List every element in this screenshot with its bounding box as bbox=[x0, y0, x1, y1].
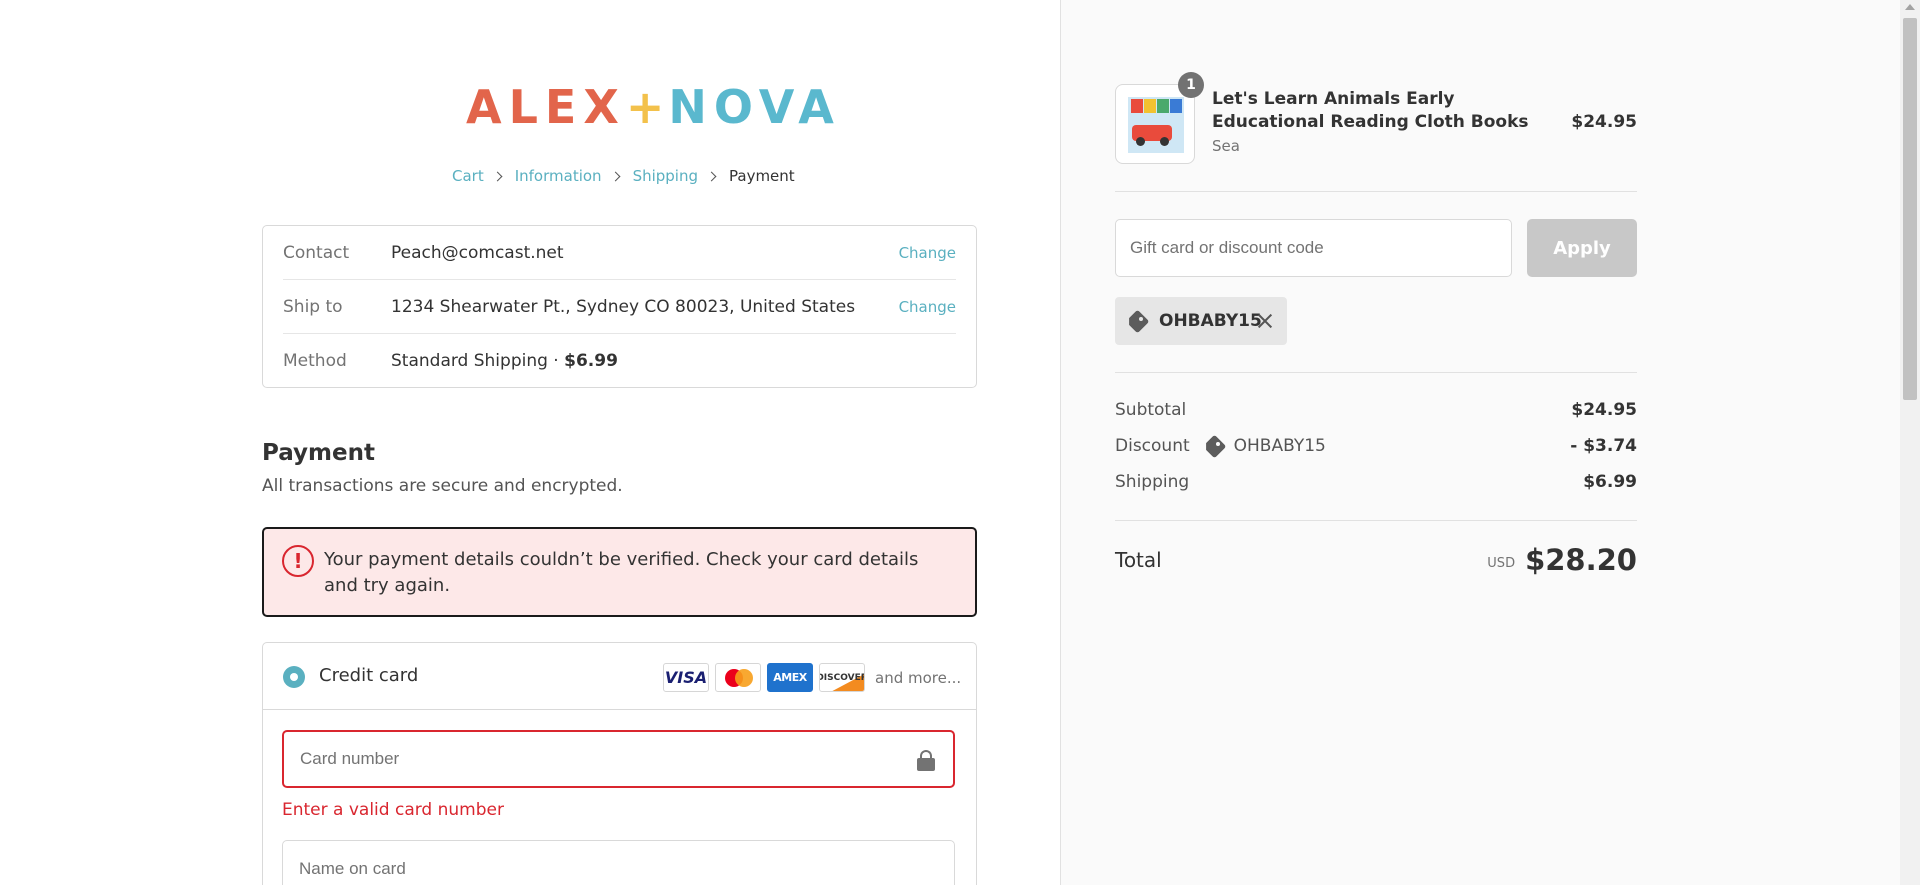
alert-circle-icon: ! bbox=[282, 545, 314, 577]
visa-icon: VISA bbox=[663, 663, 709, 692]
tag-icon bbox=[1127, 311, 1149, 331]
payment-subtitle: All transactions are secure and encrypte… bbox=[262, 476, 623, 496]
change-contact-link[interactable]: Change bbox=[899, 244, 956, 262]
contact-label: Contact bbox=[283, 242, 350, 263]
method-label: Method bbox=[283, 351, 347, 371]
total-label: Total bbox=[1115, 548, 1162, 572]
product-price: $24.95 bbox=[1571, 112, 1637, 132]
shipping-value: $6.99 bbox=[1583, 472, 1637, 492]
discount-code-placeholder: Gift card or discount code bbox=[1130, 238, 1324, 257]
discount-row: Discount OHBABY15 - $3.74 bbox=[1115, 433, 1637, 459]
order-line-item: 1 Let's Learn Animals Early Educational … bbox=[1115, 72, 1637, 164]
quantity-badge: 1 bbox=[1178, 72, 1204, 98]
discount-value: - $3.74 bbox=[1570, 436, 1637, 456]
chevron-right-icon bbox=[492, 171, 503, 181]
discount-label-text: Discount bbox=[1115, 436, 1190, 456]
payment-title: Payment bbox=[262, 440, 375, 466]
discover-icon: DISCOVER bbox=[819, 663, 865, 692]
tag-icon bbox=[1204, 436, 1226, 456]
discount-code-text: OHBABY15 bbox=[1233, 436, 1326, 456]
shipping-label: Shipping bbox=[1115, 472, 1190, 492]
mastercard-icon bbox=[715, 663, 761, 692]
payment-error-text: Your payment details couldn’t be verifie… bbox=[324, 549, 919, 596]
close-icon[interactable] bbox=[1256, 312, 1274, 330]
credit-card-option[interactable]: Credit card VISA AMEX DISCOVER and more.… bbox=[263, 643, 976, 710]
total-currency: USD bbox=[1487, 555, 1516, 571]
review-contact-row: Contact Peach@comcast.net Change bbox=[283, 226, 956, 280]
product-thumbnail bbox=[1115, 84, 1195, 164]
logo-nova: NOVA bbox=[668, 80, 841, 134]
page-scrollbar[interactable] bbox=[1900, 0, 1920, 885]
card-number-error: Enter a valid card number bbox=[282, 800, 504, 820]
divider bbox=[1115, 520, 1637, 521]
card-number-input[interactable]: Card number bbox=[282, 730, 955, 788]
applied-discount-chip: OHBABY15 bbox=[1115, 297, 1287, 345]
total-row: Total USD $28.20 bbox=[1115, 540, 1637, 580]
credit-card-radio[interactable] bbox=[283, 666, 305, 688]
contact-value: Peach@comcast.net bbox=[391, 242, 564, 263]
store-logo[interactable]: ALEX+NOVA bbox=[466, 80, 834, 134]
method-name: Standard Shipping · bbox=[391, 351, 565, 371]
card-number-placeholder: Card number bbox=[300, 749, 400, 768]
scrollbar-thumb[interactable] bbox=[1903, 18, 1917, 400]
breadcrumb-payment: Payment bbox=[729, 167, 795, 185]
total-amount: $28.20 bbox=[1525, 543, 1637, 577]
review-method-row: Method Standard Shipping · $6.99 bbox=[283, 334, 956, 388]
breadcrumb-shipping[interactable]: Shipping bbox=[633, 167, 698, 185]
divider bbox=[1115, 372, 1637, 373]
breadcrumb: Cart Information Shipping Payment bbox=[452, 167, 795, 185]
shipping-row: Shipping $6.99 bbox=[1115, 469, 1637, 495]
review-block: Contact Peach@comcast.net Change Ship to… bbox=[262, 225, 977, 388]
product-variant: Sea bbox=[1212, 137, 1240, 155]
method-value: Standard Shipping · $6.99 bbox=[391, 351, 956, 371]
name-on-card-placeholder: Name on card bbox=[299, 859, 406, 878]
lock-icon bbox=[917, 750, 935, 771]
applied-discount-code: OHBABY15 bbox=[1159, 311, 1262, 331]
divider bbox=[1115, 191, 1637, 192]
discount-label: Discount OHBABY15 bbox=[1115, 436, 1326, 456]
checkout-main: ALEX+NOVA Cart Information Shipping Paym… bbox=[0, 0, 1060, 885]
and-more-label: and more... bbox=[875, 668, 962, 687]
apply-discount-button[interactable]: Apply bbox=[1527, 219, 1637, 277]
chevron-right-icon bbox=[610, 171, 621, 181]
credit-card-label: Credit card bbox=[319, 665, 419, 686]
discount-code-input[interactable]: Gift card or discount code bbox=[1115, 219, 1512, 277]
chevron-right-icon bbox=[706, 171, 717, 181]
scroll-up-arrow-icon[interactable] bbox=[1905, 4, 1915, 10]
shipto-label: Ship to bbox=[283, 296, 343, 317]
amex-icon: AMEX bbox=[767, 663, 813, 692]
breadcrumb-information[interactable]: Information bbox=[515, 167, 602, 185]
payment-error-banner: ! Your payment details couldn’t be verif… bbox=[262, 527, 977, 617]
change-shipto-link[interactable]: Change bbox=[899, 298, 956, 316]
breadcrumb-cart[interactable]: Cart bbox=[452, 167, 484, 185]
subtotal-row: Subtotal $24.95 bbox=[1115, 397, 1637, 423]
logo-alex: ALEX bbox=[466, 80, 626, 134]
subtotal-value: $24.95 bbox=[1571, 400, 1637, 420]
logo-plus: + bbox=[625, 80, 669, 134]
card-brand-logos: VISA AMEX DISCOVER and more... bbox=[663, 663, 961, 692]
product-title: Let's Learn Animals Early Educational Re… bbox=[1212, 89, 1529, 132]
subtotal-label: Subtotal bbox=[1115, 400, 1187, 420]
shipto-value: 1234 Shearwater Pt., Sydney CO 80023, Un… bbox=[391, 296, 856, 317]
method-price: $6.99 bbox=[564, 351, 618, 371]
review-shipto-row: Ship to 1234 Shearwater Pt., Sydney CO 8… bbox=[283, 280, 956, 334]
name-on-card-input[interactable]: Name on card bbox=[282, 840, 955, 885]
